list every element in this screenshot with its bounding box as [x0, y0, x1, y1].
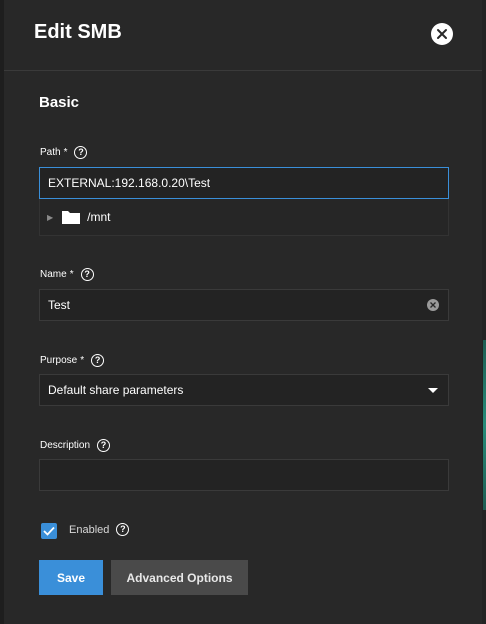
name-label-text: Name [40, 269, 67, 280]
required-marker: * [80, 355, 85, 366]
path-input-value: EXTERNAL:192.168.0.20\Test [48, 176, 211, 190]
purpose-select-value: Default share parameters [48, 383, 184, 397]
close-icon [437, 29, 447, 39]
description-label: Description ? [40, 439, 111, 452]
advanced-options-button[interactable]: Advanced Options [111, 560, 248, 595]
help-icon[interactable]: ? [74, 146, 88, 159]
help-icon[interactable]: ? [97, 439, 111, 452]
dropdown-arrow-icon [428, 388, 438, 393]
enabled-label: Enabled ? [69, 523, 130, 536]
enabled-checkbox[interactable] [41, 523, 57, 539]
path-input[interactable]: EXTERNAL:192.168.0.20\Test [39, 167, 449, 199]
folder-icon [62, 211, 81, 224]
tree-item-mnt[interactable]: /mnt [87, 210, 110, 224]
purpose-label-text: Purpose [40, 355, 78, 366]
edit-smb-dialog: Edit SMB Basic Path * ? EXTERNAL:192.168… [4, 0, 482, 624]
name-input-value: Test [48, 298, 71, 312]
path-label-text: Path [40, 147, 61, 158]
dialog-header: Edit SMB [4, 0, 482, 71]
path-label: Path * ? [40, 146, 88, 159]
description-label-text: Description [40, 440, 91, 451]
name-label: Name * ? [40, 268, 94, 281]
purpose-label: Purpose * ? [40, 354, 105, 367]
enabled-label-text: Enabled [69, 523, 110, 536]
clear-icon[interactable] [427, 299, 439, 311]
help-icon[interactable]: ? [116, 523, 130, 536]
clear-x-glyph [430, 302, 436, 308]
help-icon[interactable]: ? [80, 268, 94, 281]
path-tree: ▶ /mnt [39, 199, 449, 236]
purpose-select[interactable]: Default share parameters [39, 374, 449, 406]
name-input[interactable]: Test [39, 289, 449, 321]
description-input[interactable] [39, 459, 449, 491]
save-button[interactable]: Save [39, 560, 103, 595]
required-marker: * [69, 269, 74, 280]
section-title-basic: Basic [39, 94, 80, 111]
background-strip [482, 0, 486, 624]
caret-right-icon[interactable]: ▶ [47, 213, 53, 222]
dialog-title: Edit SMB [34, 21, 122, 43]
close-button[interactable] [431, 23, 453, 45]
required-marker: * [63, 147, 68, 158]
help-icon[interactable]: ? [91, 354, 105, 367]
check-icon [43, 526, 55, 536]
